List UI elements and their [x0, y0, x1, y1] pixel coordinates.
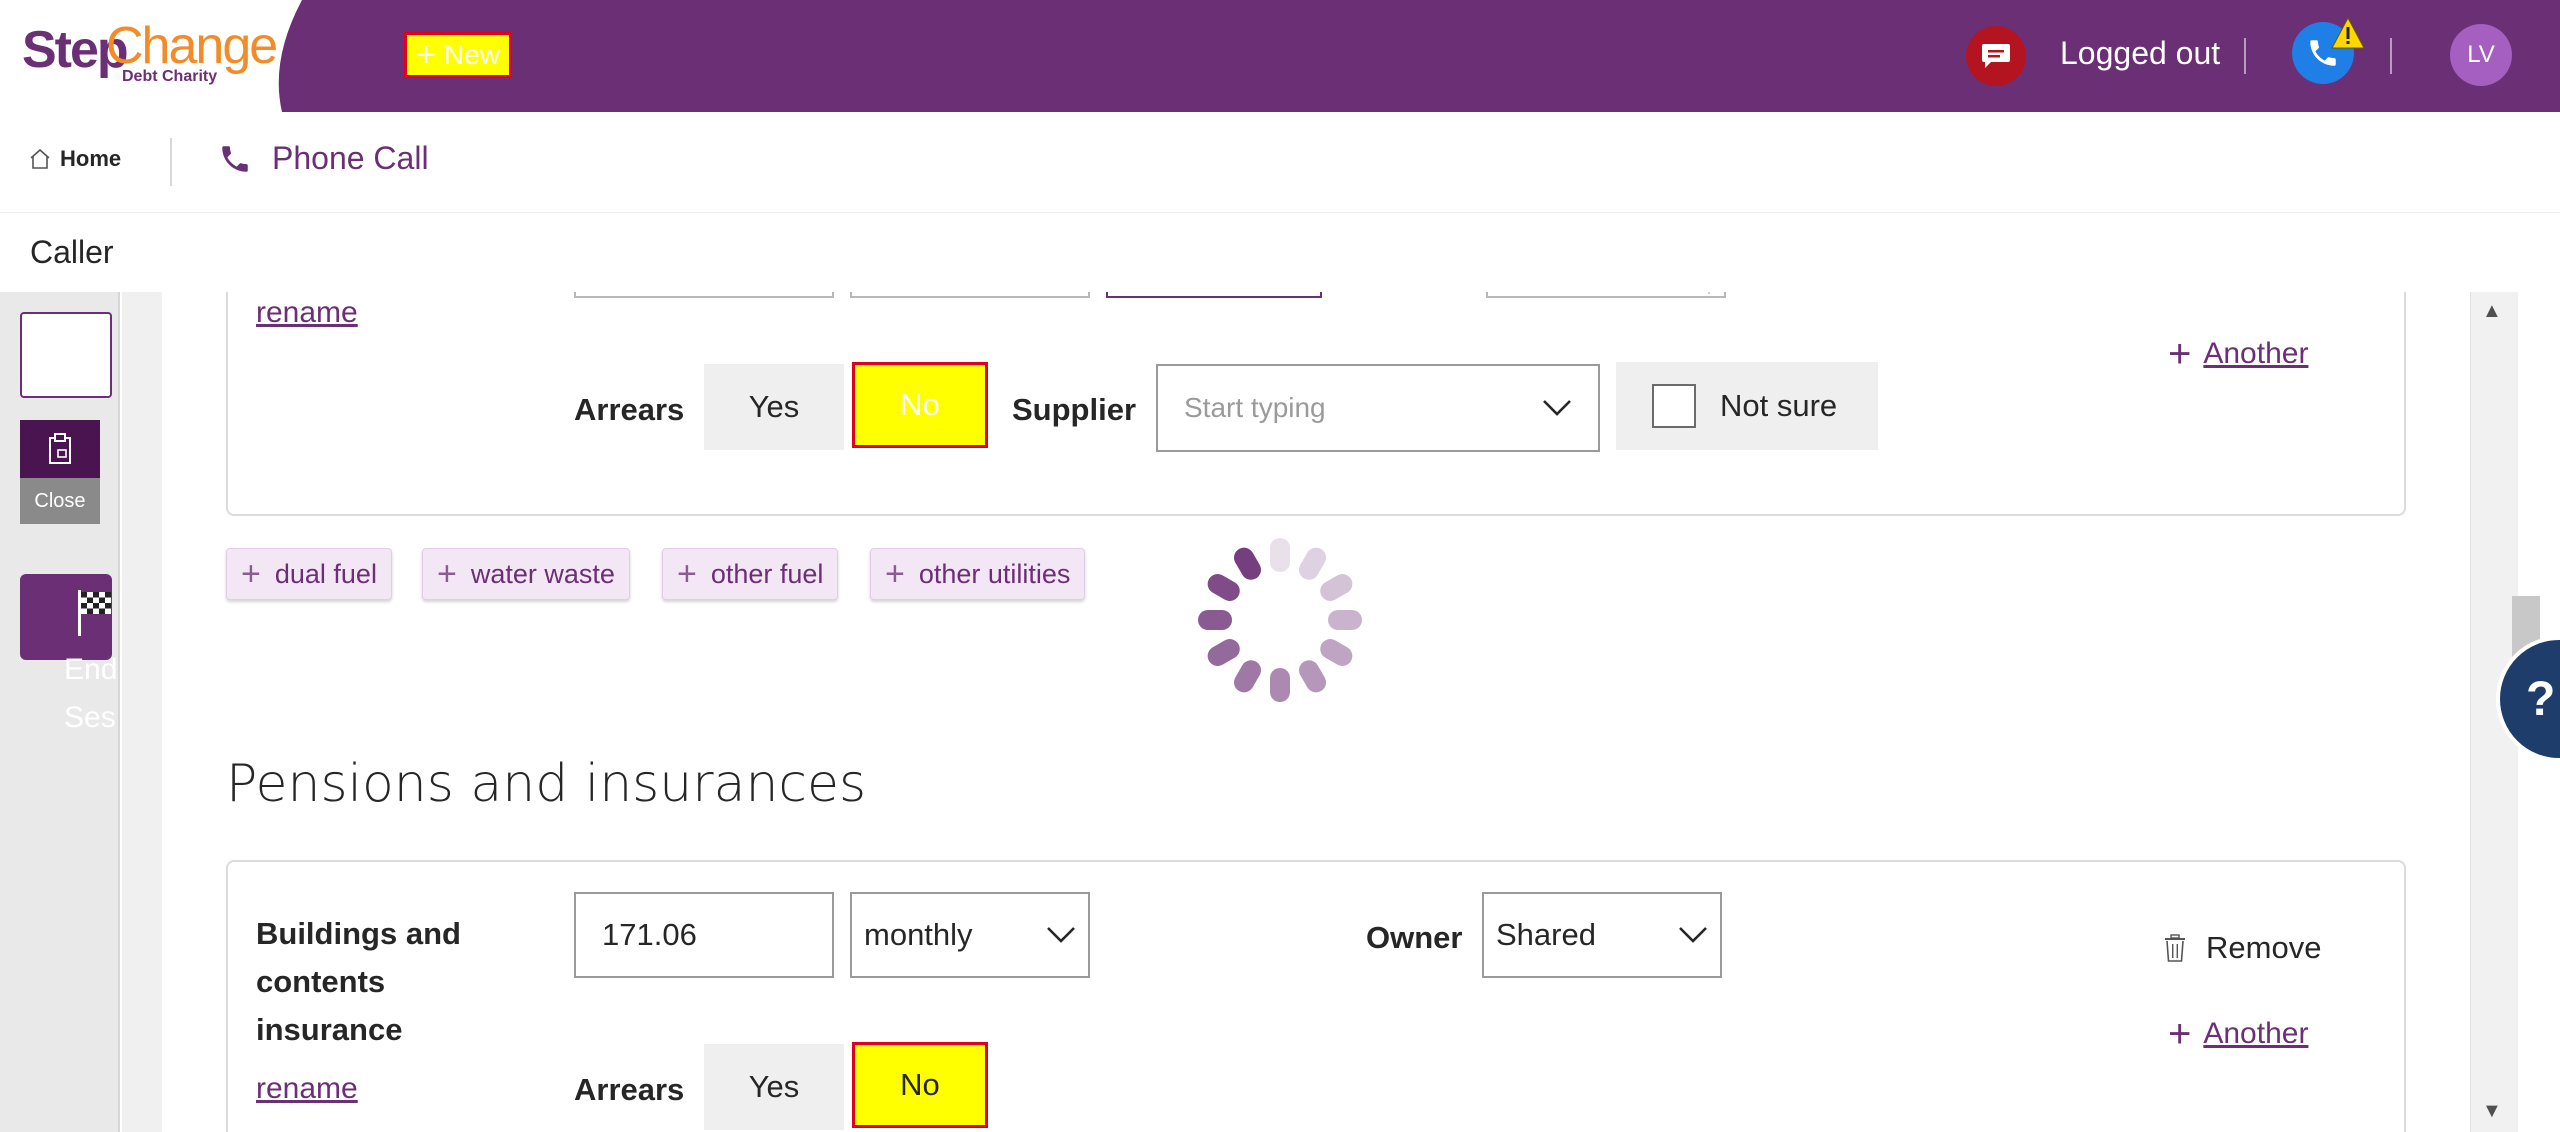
spinner-petal [1320, 574, 1353, 601]
spinner-petal [1320, 639, 1353, 666]
arrears-no-button[interactable]: No [852, 1042, 988, 1128]
warning-icon [2331, 16, 2365, 49]
spinner-petal [1198, 610, 1232, 630]
insurance-item-label: Buildings and contents insurance [256, 916, 461, 1047]
phone-icon [222, 145, 248, 172]
chevron-down-icon [1679, 927, 1707, 943]
frequency-value: monthly [864, 917, 973, 952]
spinner-petal [1270, 668, 1290, 702]
home-label: Home [60, 146, 122, 171]
clipboard-icon [49, 433, 71, 464]
owner-value: Shared [1496, 917, 1596, 952]
yes-label: Yes [748, 389, 800, 424]
phone-call-label: Phone Call [272, 140, 429, 176]
chat-button[interactable] [1966, 26, 2026, 86]
not-sure-label: Not sure [1720, 388, 1838, 423]
header-divider [2390, 38, 2392, 74]
plus-icon: + [885, 555, 905, 593]
add-another-button[interactable]: + Another [2168, 334, 2308, 374]
chip-label: other fuel [710, 558, 824, 589]
chip-label: water waste [470, 558, 615, 589]
spinner-petal [1299, 660, 1326, 693]
yes-label: Yes [748, 1069, 800, 1104]
plus-icon: + [677, 555, 697, 593]
supplier-label: Supplier [1012, 392, 1137, 427]
help-icon: ? [2526, 672, 2556, 726]
spinner-petal [1234, 660, 1261, 693]
arrears-yes-button[interactable]: Yes [704, 364, 844, 450]
plus-icon: + [2168, 332, 2192, 376]
chevron-down-icon [1047, 927, 1075, 943]
add-another-button[interactable]: + Another [2168, 1014, 2308, 1054]
rename-link[interactable]: rename [256, 1072, 358, 1106]
amount-input[interactable]: 171.06 [574, 892, 834, 978]
chip-label: dual fuel [274, 558, 377, 589]
plus-icon: + [416, 36, 436, 74]
scroll-up-arrow-icon[interactable]: ▲ [2482, 300, 2502, 323]
not-sure-checkbox[interactable]: Not sure [1616, 362, 1878, 450]
loading-spinner-icon [1198, 538, 1362, 702]
supplier-placeholder: Start typing [1184, 392, 1326, 423]
spinner-petal [1299, 547, 1326, 580]
spinner-petal [1207, 639, 1240, 666]
add-dual-fuel-chip[interactable]: + dual fuel [226, 548, 392, 600]
login-status: Logged out [2060, 35, 2221, 71]
stepchange-logo[interactable]: Step Change Debt Charity [0, 0, 302, 112]
spinner-petal [1328, 610, 1362, 630]
arrears-label: Arrears [574, 392, 685, 427]
spinner-petal [1207, 574, 1240, 601]
user-avatar[interactable]: LV [2450, 24, 2512, 86]
clipboard-button[interactable] [20, 420, 100, 478]
new-button[interactable]: + New [404, 32, 512, 78]
another-label: Another [2203, 337, 2309, 370]
chip-label: other utilities [918, 558, 1071, 589]
supplier-combobox[interactable]: Start typing [1156, 364, 1600, 452]
spinner-petal [1234, 547, 1261, 580]
owner-select[interactable]: Shared [1482, 892, 1722, 978]
caller-bar [0, 212, 2560, 292]
header-divider [2244, 38, 2246, 74]
caller-label: Caller [30, 234, 114, 270]
tab-phone-call[interactable]: Phone Call [218, 140, 429, 177]
content-gutter [122, 292, 162, 1132]
no-label: No [900, 1067, 940, 1102]
plus-icon: + [437, 555, 457, 593]
spinner-petal [1270, 538, 1290, 572]
logo-subtitle: Debt Charity [122, 68, 218, 85]
rail-empty-slot[interactable] [20, 312, 112, 398]
another-label: Another [2203, 1017, 2309, 1050]
rename-link[interactable]: rename [256, 296, 358, 330]
chat-icon [1982, 44, 2010, 68]
add-water-waste-chip[interactable]: + water waste [422, 548, 630, 600]
home-icon [30, 148, 50, 169]
arrears-no-button[interactable]: No [852, 362, 988, 448]
finish-flag-icon [78, 590, 111, 636]
scroll-down-arrow-icon[interactable]: ▼ [2482, 1100, 2502, 1123]
arrears-label: Arrears [574, 1072, 685, 1107]
plus-icon: + [241, 555, 261, 593]
remove-label: Remove [2206, 930, 2322, 965]
nav-divider [170, 138, 172, 186]
home-link[interactable]: Home [28, 146, 121, 172]
section-title: Pensions and insurances [226, 754, 867, 814]
logo-change-text: Change [106, 17, 278, 75]
close-button[interactable]: Close [20, 478, 100, 524]
add-other-utilities-chip[interactable]: + other utilities [870, 548, 1086, 600]
no-label: No [900, 387, 940, 422]
amount-value: 171.06 [602, 917, 697, 952]
avatar-initials: LV [2467, 41, 2495, 68]
frequency-select[interactable]: monthly [850, 892, 1090, 978]
plus-icon: + [2168, 1012, 2192, 1056]
close-label: Close [34, 489, 86, 512]
remove-button[interactable]: Remove [2164, 930, 2321, 966]
insurance-card [226, 860, 2406, 1132]
arrears-yes-button[interactable]: Yes [704, 1044, 844, 1130]
checkbox[interactable] [1652, 384, 1696, 428]
trash-icon [2165, 934, 2185, 962]
end-session-label: End Session [64, 653, 118, 734]
new-button-label: New [443, 39, 500, 70]
chevron-down-icon [1543, 400, 1571, 416]
owner-label: Owner [1366, 920, 1463, 955]
add-other-fuel-chip[interactable]: + other fuel [662, 548, 839, 600]
